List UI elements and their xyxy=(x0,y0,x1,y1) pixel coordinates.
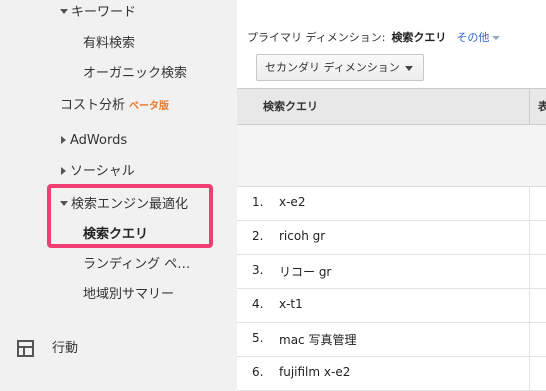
column-divider xyxy=(529,357,530,391)
row-index: 3. xyxy=(252,263,264,277)
sidebar-item-label: AdWords xyxy=(70,133,128,148)
row-query-link[interactable]: リコー gr xyxy=(279,263,331,280)
row-index: 2. xyxy=(252,229,264,243)
sidebar-item-label: コスト分析 xyxy=(60,98,126,113)
highlight-annotation xyxy=(47,184,213,248)
row-query-link[interactable]: fujifilm x-e2 xyxy=(279,365,350,379)
primary-dimension-value[interactable]: 検索クエリ xyxy=(391,31,446,44)
primary-dimension-label: プライマリ ディメンション: xyxy=(247,31,386,44)
sidebar-item-adwords[interactable]: AdWords xyxy=(61,132,127,150)
sidebar-item-label: ソーシャル xyxy=(70,164,135,179)
report-main: プライマリ ディメンション: 検索クエリ その他 セカンダリ ディメンション 検索ク… xyxy=(237,0,546,391)
sidebar-item-paid-search[interactable]: 有料検索 xyxy=(83,35,135,53)
behavior-icon xyxy=(17,340,34,357)
table-row[interactable]: 3. リコー gr xyxy=(237,255,546,289)
table-row[interactable]: 6. fujifilm x-e2 xyxy=(237,357,546,391)
table-row[interactable]: 2. ricoh gr xyxy=(237,221,546,255)
table-totals-row xyxy=(237,125,546,187)
row-query-link[interactable]: mac 写真管理 xyxy=(279,331,356,348)
chevron-down-icon xyxy=(492,36,501,40)
collapsed-arrow-icon xyxy=(61,135,66,144)
other-link-label: その他 xyxy=(456,31,490,44)
table-row[interactable]: 5. mac 写真管理 xyxy=(237,323,546,357)
column-divider xyxy=(529,187,530,221)
sidebar-item-organic-search[interactable]: オーガニック検索 xyxy=(83,65,187,83)
sidebar-item-keyword[interactable]: キーワード xyxy=(60,4,136,22)
table-row[interactable]: 4. x-t1 xyxy=(237,289,546,323)
chevron-down-icon xyxy=(405,66,413,71)
table-header: 検索クエリ 表 xyxy=(237,88,546,125)
sidebar-nav: キーワード 有料検索 オーガニック検索 コスト分析 ベータ版 AdWords ソー… xyxy=(0,0,237,391)
secondary-dimension-label: セカンダリ ディメンション xyxy=(265,61,400,74)
column-header-next[interactable]: 表 xyxy=(538,98,546,114)
column-divider xyxy=(529,255,530,289)
row-query-link[interactable]: x-e2 xyxy=(279,195,305,209)
row-index: 6. xyxy=(252,365,264,379)
secondary-dimension-dropdown[interactable]: セカンダリ ディメンション xyxy=(256,54,424,81)
row-index: 1. xyxy=(252,195,264,209)
row-index: 4. xyxy=(252,297,264,311)
column-divider xyxy=(529,289,530,323)
sidebar-item-geo-summary[interactable]: 地域別サマリー xyxy=(83,286,174,304)
beta-badge: ベータ版 xyxy=(129,101,170,112)
sidebar-item-behavior[interactable]: 行動 xyxy=(52,340,78,358)
column-divider xyxy=(529,89,530,125)
analytics-report-page: キーワード 有料検索 オーガニック検索 コスト分析 ベータ版 AdWords ソー… xyxy=(0,0,546,391)
sidebar-item-cost-analysis[interactable]: コスト分析 ベータ版 xyxy=(60,97,169,116)
primary-dimension-bar: プライマリ ディメンション: 検索クエリ その他 xyxy=(247,29,501,45)
other-dimension-link[interactable]: その他 xyxy=(456,31,501,44)
column-header-query[interactable]: 検索クエリ xyxy=(263,98,318,114)
sidebar-item-landing-pages[interactable]: ランディング ペ… xyxy=(83,256,190,274)
sidebar-item-social[interactable]: ソーシャル xyxy=(61,163,135,181)
column-divider xyxy=(529,323,530,357)
expand-arrow-icon xyxy=(60,9,68,14)
sidebar-item-label: キーワード xyxy=(71,5,137,20)
collapsed-arrow-icon xyxy=(61,166,66,175)
column-divider xyxy=(529,221,530,255)
table-row[interactable]: 1. x-e2 xyxy=(237,187,546,221)
row-query-link[interactable]: x-t1 xyxy=(279,297,303,311)
row-query-link[interactable]: ricoh gr xyxy=(279,229,325,243)
row-index: 5. xyxy=(252,331,264,345)
